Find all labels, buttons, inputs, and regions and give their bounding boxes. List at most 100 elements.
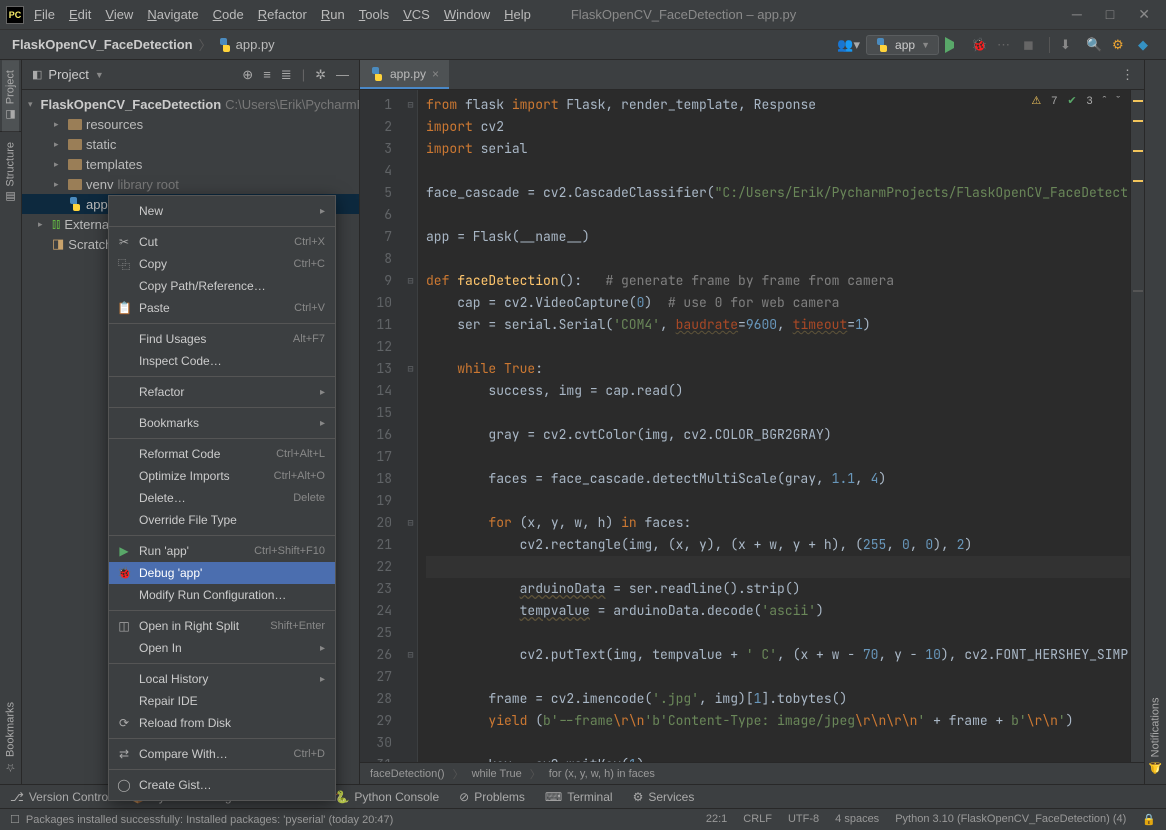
ctx-copy[interactable]: ⿻CopyCtrl+C (109, 253, 335, 275)
project-view-title[interactable]: Project (48, 67, 88, 82)
menu-navigate[interactable]: Navigate (147, 7, 198, 22)
ctx-local-history[interactable]: Local History▸ (109, 668, 335, 690)
ctx-open-in-right-split[interactable]: ◫Open in Right SplitShift+Enter (109, 615, 335, 637)
ide-settings-button[interactable]: ⚙ (1112, 37, 1128, 53)
ctx-find-usages[interactable]: Find UsagesAlt+F7 (109, 328, 335, 350)
bottom-tool-services[interactable]: ⚙Services (633, 790, 695, 804)
ctx-modify-run-configuration-[interactable]: Modify Run Configuration… (109, 584, 335, 606)
menu-view[interactable]: View (105, 7, 133, 22)
add-configuration-icon[interactable]: 👥▾ (837, 37, 860, 53)
hide-tool-window-icon[interactable]: — (336, 67, 349, 83)
ctx-bookmarks[interactable]: Bookmarks▸ (109, 412, 335, 434)
menu-code[interactable]: Code (213, 7, 244, 22)
search-everywhere-button[interactable]: 🔍 (1086, 37, 1102, 53)
menu-window[interactable]: Window (444, 7, 490, 22)
breadcrumb-file[interactable]: app.py (218, 37, 275, 52)
ctx-open-in[interactable]: Open In▸ (109, 637, 335, 659)
collapse-all-icon[interactable]: ≣ (281, 67, 292, 83)
menu-edit[interactable]: Edit (69, 7, 91, 22)
ctx-create-gist-[interactable]: ◯Create Gist… (109, 774, 335, 796)
learn-button[interactable]: ◆ (1138, 37, 1154, 53)
ctx-run-app-[interactable]: ▶Run 'app'Ctrl+Shift+F10 (109, 540, 335, 562)
ctx-paste[interactable]: 📋PasteCtrl+V (109, 297, 335, 319)
tool-tab-structure[interactable]: ▤Structure (2, 132, 19, 214)
update-button[interactable]: ⬇ (1060, 37, 1076, 53)
project-tool-header: ◧ Project ▼ ⊕ ≡ ≣ | ✲ — (22, 60, 359, 90)
more-run-icon[interactable]: ⋯ (997, 37, 1013, 53)
caret-position[interactable]: 22:1 (706, 813, 727, 826)
ctx-override-file-type[interactable]: Override File Type (109, 509, 335, 531)
run-configuration-selector[interactable]: app ▼ (866, 35, 939, 55)
right-tool-stripe: 🔔Notifications (1144, 60, 1166, 784)
maximize-button[interactable]: □ (1106, 6, 1114, 23)
close-tab-icon[interactable]: × (432, 67, 439, 81)
tree-item-static[interactable]: ▸static (22, 134, 359, 154)
expand-all-icon[interactable]: ≡ (263, 67, 271, 83)
bottom-tool-terminal[interactable]: ⌨Terminal (545, 790, 613, 804)
tool-tab-project[interactable]: ◧Project (2, 60, 19, 131)
menu-refactor[interactable]: Refactor (258, 7, 307, 22)
title-bar: PC File Edit View Navigate Code Refactor Run To… (0, 0, 1166, 30)
menu-tools[interactable]: Tools (359, 7, 389, 22)
ctx-cut[interactable]: ✂CutCtrl+X (109, 231, 335, 253)
ctx-optimize-imports[interactable]: Optimize ImportsCtrl+Alt+O (109, 465, 335, 487)
ctx-debug-app-[interactable]: 🐞Debug 'app' (109, 562, 335, 584)
editor-crumb[interactable]: faceDetection() (370, 768, 445, 780)
tree-item-resources[interactable]: ▸resources (22, 114, 359, 134)
settings-icon[interactable]: ✲ (315, 67, 326, 83)
ctx-reformat-code[interactable]: Reformat CodeCtrl+Alt+L (109, 443, 335, 465)
interpreter-info[interactable]: Python 3.10 (FlaskOpenCV_FaceDetection) … (895, 813, 1126, 826)
python-file-icon (370, 67, 384, 81)
ctx-copy-path-reference-[interactable]: Copy Path/Reference… (109, 275, 335, 297)
tool-tab-bookmarks[interactable]: ☆Bookmarks (2, 692, 19, 784)
line-separator[interactable]: CRLF (743, 813, 772, 826)
ctx-refactor[interactable]: Refactor▸ (109, 381, 335, 403)
file-encoding[interactable]: UTF-8 (788, 813, 819, 826)
breadcrumb-project[interactable]: FlaskOpenCV_FaceDetection (12, 37, 193, 52)
tree-item-templates[interactable]: ▸templates (22, 154, 359, 174)
editor-breadcrumbs[interactable]: faceDetection()〉while True〉for (x, y, w,… (360, 762, 1144, 784)
menu-help[interactable]: Help (504, 7, 531, 22)
bottom-tool-python-console[interactable]: 🐍Python Console (334, 790, 439, 804)
editor-tab-options[interactable]: ⋮ (1121, 67, 1144, 83)
tree-root[interactable]: ▾ FlaskOpenCV_FaceDetection C:\Users\Eri… (22, 94, 359, 114)
ctx-repair-ide[interactable]: Repair IDE (109, 690, 335, 712)
status-icon[interactable]: ☐ (10, 813, 20, 826)
select-opened-file-icon[interactable]: ⊕ (242, 67, 253, 83)
tree-item-venv[interactable]: ▸venv library root (22, 174, 359, 194)
chevron-down-icon[interactable]: ▼ (95, 70, 104, 80)
python-icon (875, 38, 889, 52)
stop-button[interactable]: ◼ (1023, 37, 1039, 53)
debug-button[interactable]: 🐞 (971, 37, 987, 53)
app-logo: PC (6, 6, 24, 24)
fold-gutter[interactable]: ⊟⊟⊟⊟⊟ (404, 90, 418, 762)
readonly-toggle-icon[interactable]: 🔒 (1142, 813, 1156, 826)
menu-run[interactable]: Run (321, 7, 345, 22)
prev-highlight-icon[interactable]: ˆ (1103, 95, 1107, 107)
bottom-tool-version-control[interactable]: ⎇Version Control (10, 790, 111, 804)
indent-info[interactable]: 4 spaces (835, 813, 879, 826)
ctx-compare-with-[interactable]: ⇄Compare With…Ctrl+D (109, 743, 335, 765)
left-tool-stripe: ◧Project ▤Structure ☆Bookmarks (0, 60, 22, 784)
minimize-button[interactable]: ─ (1072, 6, 1082, 23)
code-content[interactable]: from flask import Flask, render_template… (418, 90, 1130, 762)
menu-vcs[interactable]: VCS (403, 7, 430, 22)
editor-crumb[interactable]: for (x, y, w, h) in faces (549, 768, 655, 780)
error-stripe[interactable] (1130, 90, 1144, 762)
editor-tabs: app.py × ⋮ (360, 60, 1144, 90)
run-button[interactable] (945, 37, 961, 53)
ctx-delete-[interactable]: Delete…Delete (109, 487, 335, 509)
next-highlight-icon[interactable]: ˇ (1116, 95, 1120, 107)
inspection-widget[interactable]: ⚠7 ✔3 ˆ ˇ (1031, 94, 1120, 107)
ctx-reload-from-disk[interactable]: ⟳Reload from Disk (109, 712, 335, 734)
tool-tab-notifications[interactable]: 🔔Notifications (1147, 687, 1164, 784)
editor-crumb[interactable]: while True (472, 768, 522, 780)
ctx-new[interactable]: New▸ (109, 200, 335, 222)
code-editor[interactable]: 1234567891011121314151617181920212223242… (360, 90, 1144, 762)
menu-file[interactable]: File (34, 7, 55, 22)
file-tab-app-py[interactable]: app.py × (360, 60, 449, 89)
bottom-tool-problems[interactable]: ⊘Problems (459, 790, 525, 804)
line-number-gutter[interactable]: 1234567891011121314151617181920212223242… (360, 90, 404, 762)
ctx-inspect-code-[interactable]: Inspect Code… (109, 350, 335, 372)
close-button[interactable]: ✕ (1138, 6, 1150, 23)
